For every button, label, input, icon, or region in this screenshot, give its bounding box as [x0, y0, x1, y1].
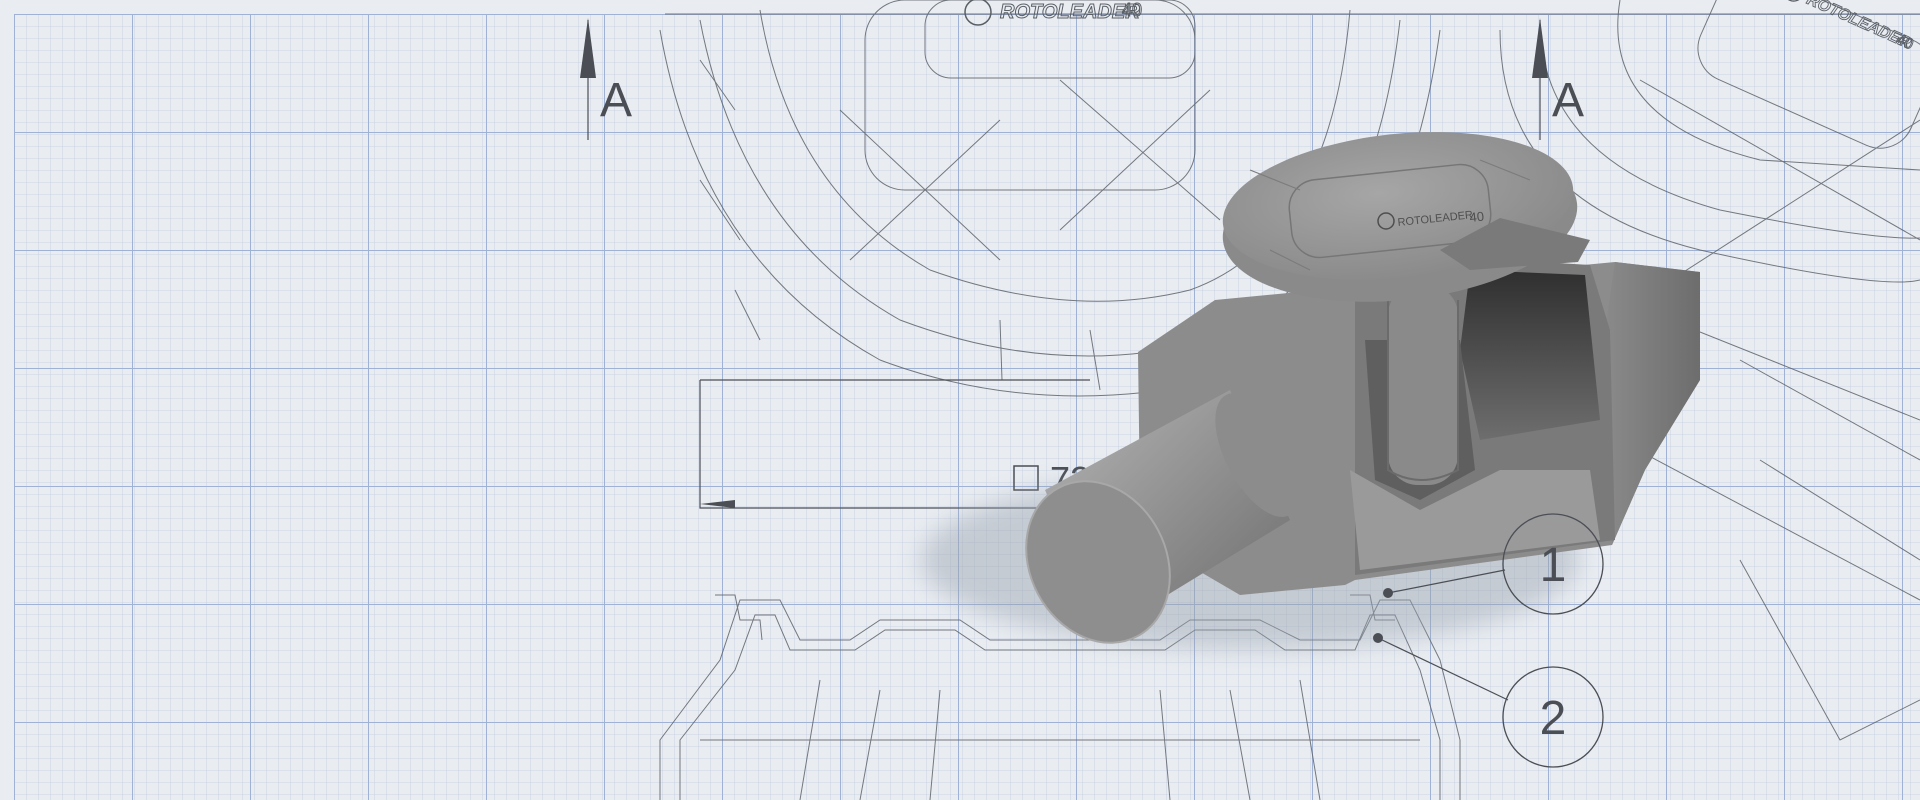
- section-letter: A: [1552, 74, 1584, 127]
- inner-cavity: [1460, 270, 1600, 440]
- section-letter: A: [600, 74, 632, 127]
- logo-model: 40: [1122, 0, 1142, 20]
- callout-number: 1: [1540, 539, 1567, 592]
- callout-dot: [1373, 633, 1383, 643]
- callout-dot: [1383, 588, 1393, 598]
- callout-number: 2: [1540, 692, 1567, 745]
- logo-brand: ROTOLEADER: [1000, 1, 1140, 23]
- center-post: [1388, 285, 1458, 485]
- lid-logo-model: 40: [1469, 209, 1485, 225]
- blueprint-canvas: 72 A A ROTOLEADER 40 ROTOLEADER 40: [0, 0, 1920, 800]
- blueprint-stage: 72 A A ROTOLEADER 40 ROTOLEADER 40: [0, 0, 1920, 800]
